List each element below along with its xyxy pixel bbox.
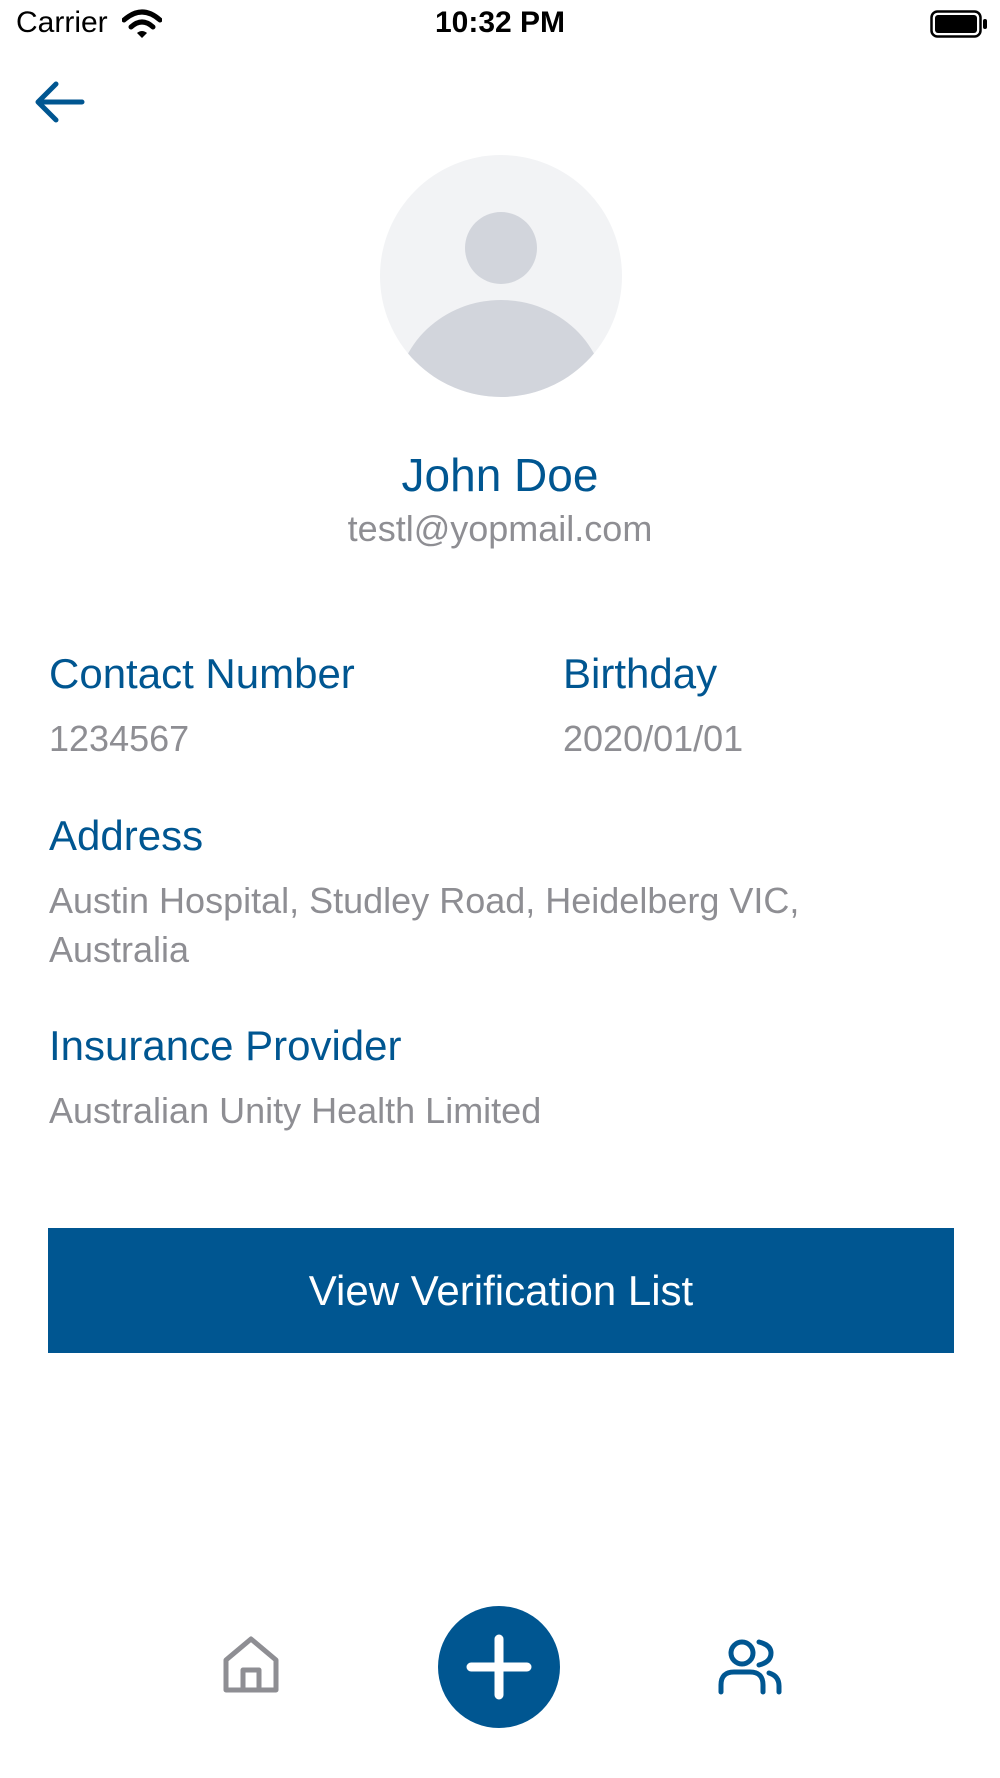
address-line-1: Austin Hospital, Studley Road, Heidelber… [49,880,800,921]
contact-number-label: Contact Number [49,650,355,697]
back-arrow-icon[interactable] [30,76,90,128]
birthday-value: 2020/01/01 [563,718,744,759]
birthday-label: Birthday [563,650,718,697]
address-label: Address [49,812,204,859]
status-time: 10:32 PM [434,6,566,39]
profile-email: testl@yopmail.com [347,508,653,549]
view-verification-list-button[interactable]: View Verification List [48,1228,954,1353]
profile-name: John Doe [401,449,599,501]
avatar [380,155,622,397]
insurance-provider-label: Insurance Provider [49,1022,402,1069]
add-button[interactable] [438,1606,560,1728]
contact-number-value: 1234567 [49,718,190,759]
insurance-provider-value: Australian Unity Health Limited [49,1090,542,1131]
address-line-2: Australia [49,929,190,970]
home-icon[interactable] [220,1634,282,1696]
view-verification-list-label: View Verification List [308,1266,694,1314]
users-icon[interactable] [718,1638,782,1696]
plus-icon [466,1634,532,1700]
battery-icon [930,10,987,38]
